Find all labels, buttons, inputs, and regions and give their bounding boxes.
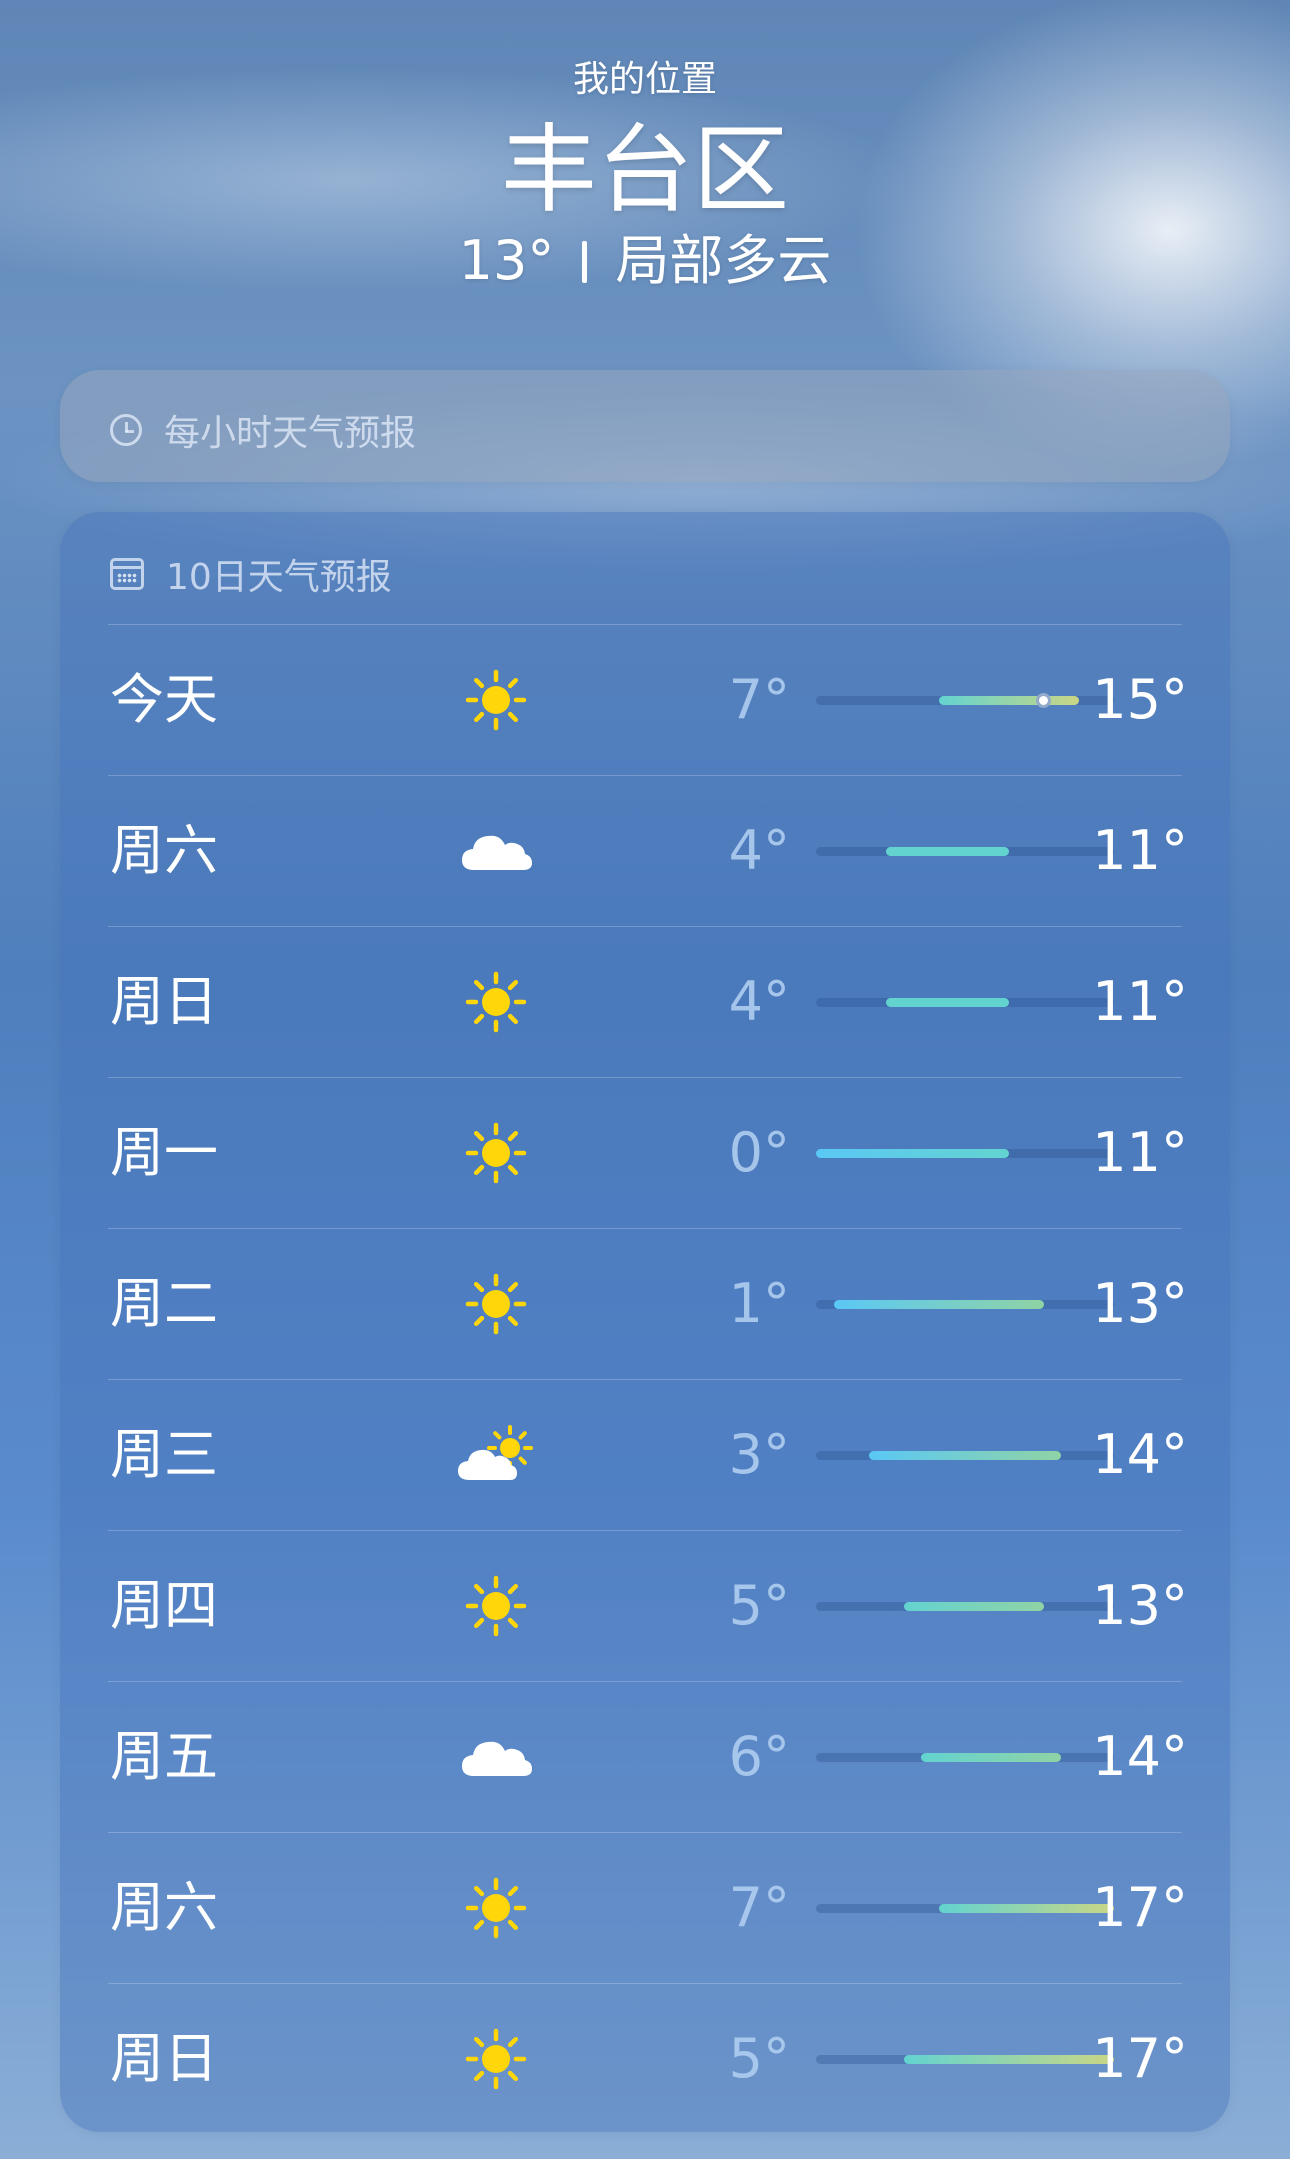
- forecast-row: 周二 1° 13°: [108, 1228, 1188, 1379]
- temperature-range-bar: [868, 1451, 1062, 1460]
- ten-day-forecast-card[interactable]: 10日天气预报 今天 7° 15° 周六 4° 11° 周日 4° 11° 周一…: [60, 512, 1230, 2132]
- current-temperature: 13°: [458, 229, 555, 292]
- city-name: 丰台区: [501, 114, 789, 226]
- forecast-day-label: 周六: [110, 819, 218, 882]
- hourly-forecast-title: 每小时天气预报: [164, 413, 417, 454]
- temperature-range-bar: [886, 847, 1009, 856]
- current-temp-marker: [1036, 693, 1052, 708]
- temperature-range-track: [816, 998, 1114, 1007]
- temperature-range-bar: [921, 1753, 1062, 1762]
- cloud-icon: [456, 1724, 536, 1790]
- high-temperature-value: 17°: [1092, 1876, 1188, 1939]
- temperature-range-bar: [816, 1149, 1009, 1158]
- high-temperature-value: 13°: [1092, 1574, 1188, 1637]
- hourly-forecast-heading: 每小时天气预报: [110, 404, 416, 456]
- forecast-row: 周日 5° 17°: [108, 1983, 1188, 2134]
- forecast-row: 今天 7° 15°: [108, 624, 1188, 775]
- forecast-day-label: 周五: [110, 1725, 218, 1788]
- low-temperature: 4°: [728, 819, 790, 882]
- forecast-row: 周三 3° 14°: [108, 1379, 1188, 1530]
- calendar-icon: [110, 558, 144, 590]
- sun-icon: [456, 1573, 536, 1639]
- forecast-row: 周六 4° 11°: [108, 775, 1188, 926]
- forecast-row: 周六 7° 17°: [108, 1832, 1188, 1983]
- sun-icon: [456, 969, 536, 1035]
- high-temperature-value: 17°: [1092, 2027, 1188, 2090]
- sun-icon: [456, 667, 536, 733]
- temperature-range-track: [816, 1904, 1114, 1913]
- sun-icon: [456, 1120, 536, 1186]
- temperature-range-track: [816, 847, 1114, 856]
- low-temperature: 7°: [728, 668, 790, 731]
- low-temperature: 4°: [728, 970, 790, 1033]
- forecast-day-label: 周二: [110, 1272, 218, 1335]
- temperature-range-track: [816, 1451, 1114, 1460]
- temperature-range-track: [816, 1753, 1114, 1762]
- high-temperature-value: 14°: [1092, 1725, 1188, 1788]
- forecast-day-label: 今天: [110, 668, 218, 731]
- temperature-range-track: [816, 1149, 1114, 1158]
- forecast-day-label: 周一: [110, 1121, 218, 1184]
- high-temperature-value: 14°: [1092, 1423, 1188, 1486]
- forecast-row: 周一 0° 11°: [108, 1077, 1188, 1228]
- sun-icon: [456, 2026, 536, 2092]
- forecast-day-label: 周日: [110, 2027, 218, 2090]
- high-temperature-value: 13°: [1092, 1272, 1188, 1335]
- temperature-range-track: [816, 1602, 1114, 1611]
- low-temperature: 6°: [728, 1725, 790, 1788]
- ten-day-forecast-heading: 10日天气预报: [110, 548, 392, 600]
- forecast-day-label: 周日: [110, 970, 218, 1033]
- low-temperature: 5°: [728, 2027, 790, 2090]
- low-temperature: 0°: [728, 1121, 790, 1184]
- forecast-day-label: 周三: [110, 1423, 218, 1486]
- temperature-range-track: [816, 693, 1114, 708]
- forecast-day-label: 周六: [110, 1876, 218, 1939]
- hourly-forecast-card[interactable]: 每小时天气预报: [60, 370, 1230, 482]
- clock-icon: [110, 414, 142, 446]
- forecast-list: 今天 7° 15° 周六 4° 11° 周日 4° 11° 周一 0° 11° …: [108, 624, 1188, 2134]
- forecast-row: 周五 6° 14°: [108, 1681, 1188, 1832]
- my-location-label: 我的位置: [572, 59, 717, 100]
- low-temperature: 1°: [728, 1272, 790, 1335]
- temperature-range-bar: [938, 1904, 1114, 1913]
- temperature-range-bar: [833, 1300, 1044, 1309]
- high-temperature-value: 11°: [1092, 819, 1188, 882]
- cloud-icon: [456, 818, 536, 884]
- sun-icon: [456, 1271, 536, 1337]
- sun-icon: [456, 1875, 536, 1941]
- high-temperature-value: 11°: [1092, 970, 1188, 1033]
- current-summary: 13° 局部多云: [0, 228, 1290, 294]
- forecast-day-label: 周四: [110, 1574, 218, 1637]
- temperature-range-bar: [903, 1602, 1044, 1611]
- low-temperature: 3°: [728, 1423, 790, 1486]
- low-temperature: 5°: [728, 1574, 790, 1637]
- temperature-range-track: [816, 1300, 1114, 1309]
- high-temperature-value: 11°: [1092, 1121, 1188, 1184]
- ten-day-forecast-title: 10日天气预报: [166, 557, 392, 598]
- partly-cloudy-icon: [456, 1422, 536, 1488]
- summary-separator: [582, 241, 588, 283]
- high-temperature-value: 15°: [1092, 668, 1188, 731]
- temperature-range-bar: [938, 696, 1079, 705]
- temperature-range-bar: [886, 998, 1009, 1007]
- forecast-row: 周日 4° 11°: [108, 926, 1188, 1077]
- temperature-range-track: [816, 2055, 1114, 2064]
- temperature-range-bar: [903, 2055, 1114, 2064]
- low-temperature: 7°: [728, 1876, 790, 1939]
- current-condition: 局部多云: [615, 229, 832, 292]
- forecast-row: 周四 5° 13°: [108, 1530, 1188, 1681]
